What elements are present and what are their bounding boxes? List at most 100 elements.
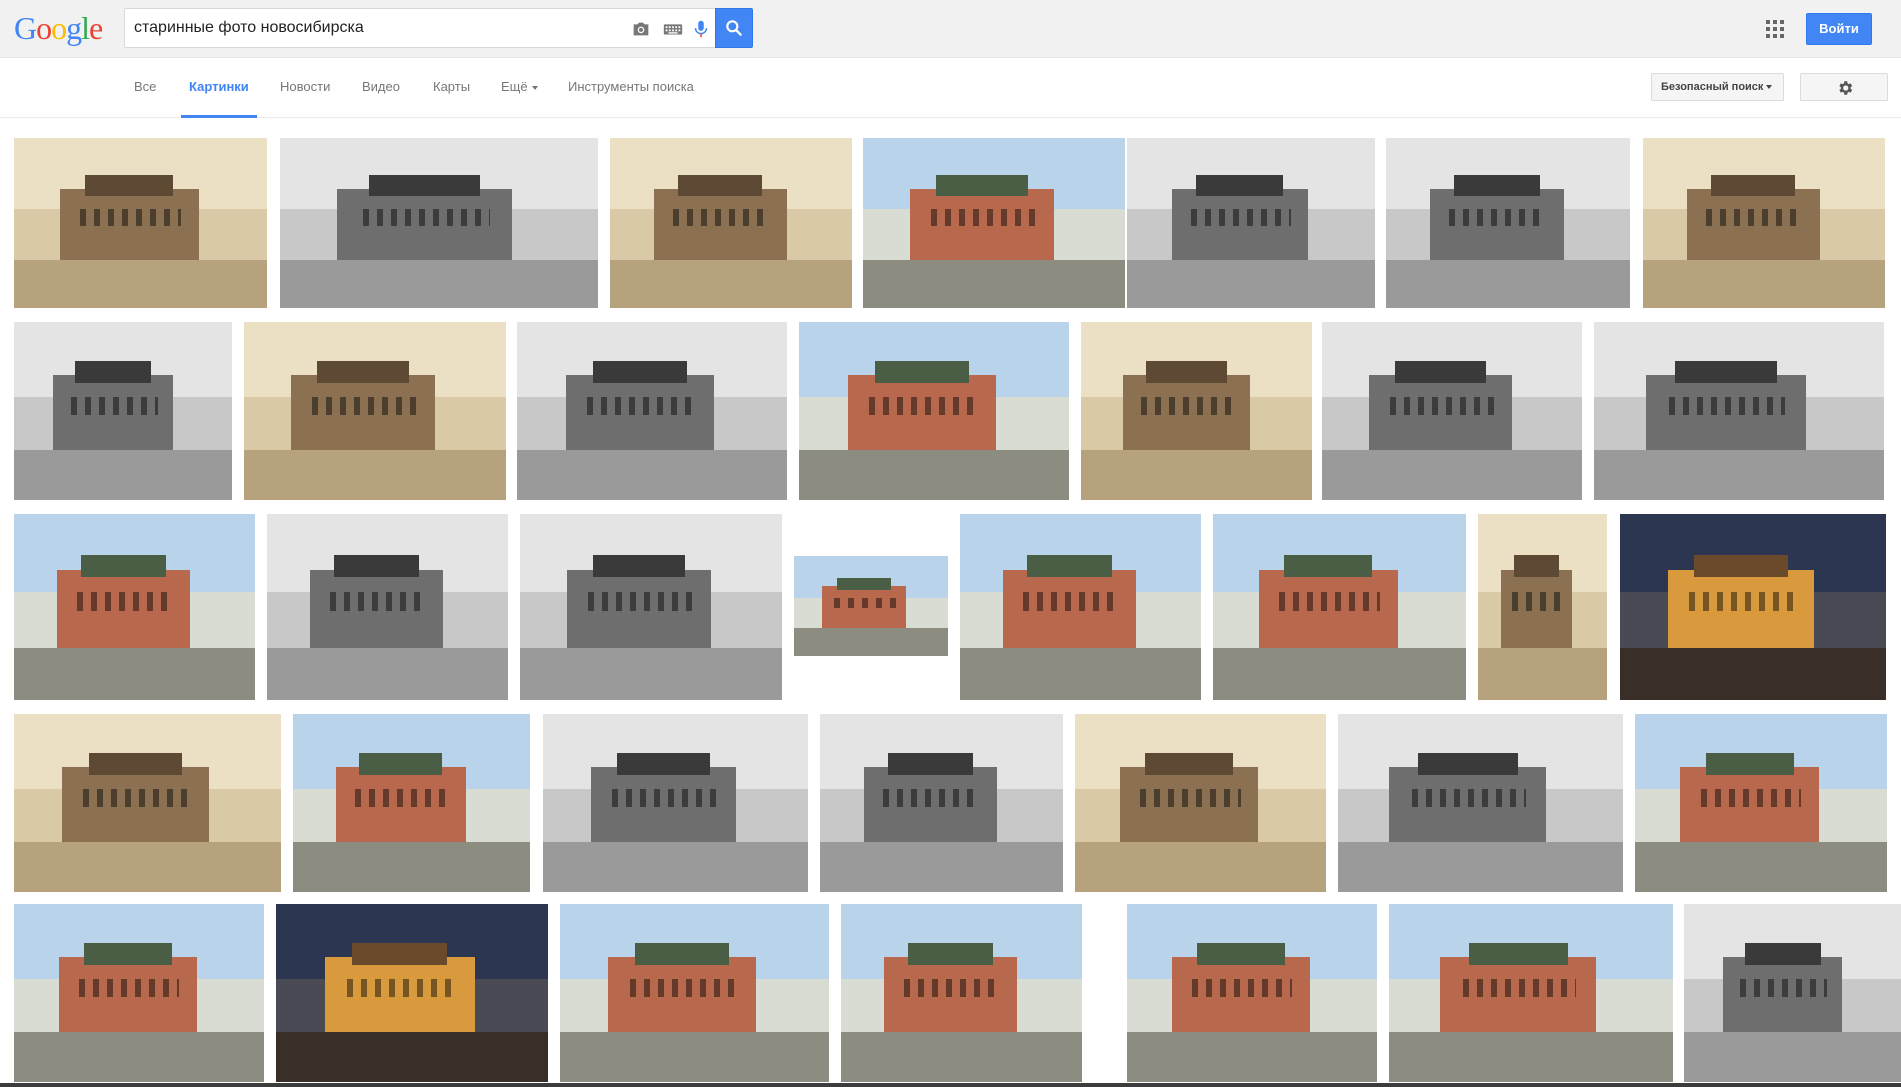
image-thumbnail[interactable]	[520, 514, 782, 700]
image-thumbnail[interactable]	[794, 556, 948, 656]
image-roof	[1694, 554, 1788, 578]
image-roof	[352, 943, 448, 965]
image-windows	[79, 209, 181, 227]
tab-video[interactable]: Видео	[362, 58, 400, 118]
search-box[interactable]	[124, 8, 715, 48]
image-windows	[1191, 209, 1291, 227]
bottom-scroll-strip	[0, 1083, 1901, 1087]
image-thumbnail[interactable]	[14, 322, 232, 500]
tab-news[interactable]: Новости	[280, 58, 330, 118]
image-thumbnail[interactable]	[610, 138, 852, 308]
image-windows	[869, 396, 978, 415]
image-thumbnail[interactable]	[1322, 322, 1582, 500]
tab-all[interactable]: Все	[134, 58, 156, 118]
signin-button[interactable]: Войти	[1806, 13, 1872, 45]
image-thumbnail[interactable]	[1478, 514, 1607, 700]
logo-letter: G	[14, 10, 37, 46]
image-thumbnail[interactable]	[14, 714, 281, 892]
image-ground	[1075, 842, 1326, 892]
image-thumbnail[interactable]	[14, 904, 264, 1082]
image-ground	[1389, 1032, 1673, 1082]
safesearch-button[interactable]: Безопасный поиск	[1651, 73, 1784, 101]
image-roof	[888, 753, 974, 775]
image-thumbnail[interactable]	[543, 714, 808, 892]
image-roof	[1468, 943, 1568, 965]
image-ground	[267, 647, 508, 700]
image-windows	[903, 978, 1001, 997]
image-thumbnail[interactable]	[560, 904, 829, 1082]
image-thumbnail[interactable]	[863, 138, 1125, 308]
image-thumbnail[interactable]	[1643, 138, 1885, 308]
nav-bar: Все Картинки Новости Видео Карты Ещё Инс…	[0, 58, 1901, 118]
image-roof	[874, 361, 970, 383]
image-thumbnail[interactable]	[293, 714, 530, 892]
image-roof	[908, 943, 993, 965]
image-thumbnail[interactable]	[799, 322, 1069, 500]
tab-maps[interactable]: Карты	[433, 58, 470, 118]
image-roof	[1197, 943, 1285, 965]
safesearch-label: Безопасный поиск	[1661, 81, 1764, 93]
image-thumbnail[interactable]	[820, 714, 1063, 892]
image-thumbnail[interactable]	[1127, 904, 1377, 1082]
image-ground	[1322, 450, 1582, 500]
image-thumbnail[interactable]	[14, 514, 255, 700]
keyboard-icon[interactable]	[662, 18, 684, 40]
google-logo[interactable]: Google	[14, 8, 103, 48]
image-roof	[88, 753, 183, 775]
logo-letter: l	[81, 10, 90, 46]
image-thumbnail[interactable]	[280, 138, 598, 308]
image-roof	[1514, 554, 1560, 578]
image-ground	[610, 260, 852, 308]
image-roof	[936, 175, 1029, 196]
image-ground	[14, 450, 232, 500]
camera-icon[interactable]	[630, 18, 652, 40]
tab-search-tools[interactable]: Инструменты поиска	[568, 58, 694, 118]
tab-images[interactable]: Картинки	[181, 58, 257, 118]
image-windows	[1192, 978, 1292, 997]
image-roof	[1394, 361, 1486, 383]
image-roof	[1283, 554, 1373, 578]
image-thumbnail[interactable]	[1213, 514, 1466, 700]
image-ground	[280, 260, 598, 308]
microphone-icon[interactable]	[690, 18, 712, 40]
image-thumbnail[interactable]	[1127, 138, 1375, 308]
tab-label: Инструменты поиска	[568, 79, 694, 94]
image-thumbnail[interactable]	[1081, 322, 1312, 500]
image-windows	[83, 788, 191, 807]
image-thumbnail[interactable]	[960, 514, 1201, 700]
search-button[interactable]	[715, 8, 753, 48]
image-thumbnail[interactable]	[244, 322, 506, 500]
image-thumbnail[interactable]	[1386, 138, 1630, 308]
image-thumbnail[interactable]	[841, 904, 1082, 1082]
image-ground	[14, 647, 255, 700]
image-windows	[587, 396, 696, 415]
image-thumbnail[interactable]	[276, 904, 548, 1082]
image-roof	[1417, 753, 1518, 775]
image-thumbnail[interactable]	[1635, 714, 1887, 892]
image-roof	[1145, 753, 1234, 775]
image-thumbnail[interactable]	[1389, 904, 1673, 1082]
image-windows	[354, 788, 450, 807]
apps-grid-icon[interactable]	[1765, 19, 1785, 39]
image-thumbnail[interactable]	[14, 138, 267, 308]
image-thumbnail[interactable]	[267, 514, 508, 700]
search-input[interactable]	[134, 9, 604, 47]
image-thumbnail[interactable]	[1620, 514, 1886, 700]
tab-label: Карты	[433, 79, 471, 94]
image-ground	[1635, 842, 1887, 892]
image-roof	[1454, 175, 1540, 196]
settings-button[interactable]	[1800, 73, 1888, 101]
image-windows	[834, 598, 896, 608]
image-windows	[672, 209, 770, 227]
image-thumbnail[interactable]	[1594, 322, 1884, 500]
image-roof	[359, 753, 443, 775]
image-thumbnail[interactable]	[1684, 904, 1901, 1082]
image-ground	[1081, 450, 1312, 500]
image-roof	[81, 554, 166, 578]
image-thumbnail[interactable]	[1338, 714, 1623, 892]
image-thumbnail[interactable]	[1075, 714, 1326, 892]
image-thumbnail[interactable]	[517, 322, 787, 500]
image-windows	[1389, 396, 1494, 415]
image-ground	[244, 450, 506, 500]
tab-more[interactable]: Ещё	[501, 58, 538, 118]
